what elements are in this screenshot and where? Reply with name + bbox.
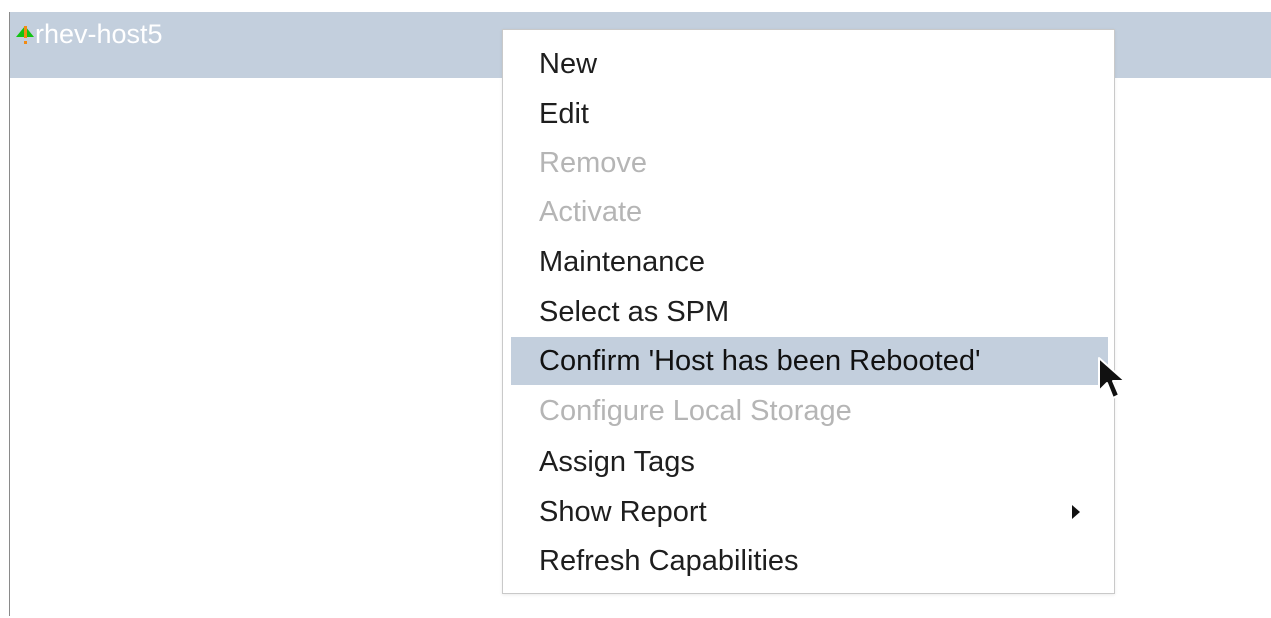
menu-item-activate: Activate	[539, 196, 643, 228]
menu-item-show-report-label: Show Report	[539, 496, 707, 528]
menu-item-remove: Remove	[539, 147, 647, 179]
mouse-cursor-icon	[1098, 357, 1126, 399]
exclamation-alert-icon	[23, 23, 29, 49]
menu-item-select-as-spm[interactable]: Select as SPM	[511, 288, 1108, 336]
menu-item-edit[interactable]: Edit	[511, 90, 1108, 138]
host-name[interactable]: rhev-host5	[35, 18, 163, 50]
menu-item-confirm-host-rebooted[interactable]: Confirm 'Host has been Rebooted'	[511, 337, 1108, 385]
menu-item-new[interactable]: New	[511, 40, 1108, 88]
menu-item-maintenance[interactable]: Maintenance	[511, 238, 1108, 286]
context-menu: New Edit Remove Activate Maintenance Sel…	[502, 29, 1115, 594]
menu-item-configure-local-storage: Configure Local Storage	[539, 395, 852, 427]
panel-left-border	[9, 12, 10, 616]
submenu-arrow-icon	[1072, 505, 1080, 519]
menu-item-assign-tags[interactable]: Assign Tags	[511, 438, 1108, 486]
menu-item-refresh-capabilities[interactable]: Refresh Capabilities	[511, 537, 1108, 585]
menu-item-show-report[interactable]: Show Report	[511, 488, 1108, 536]
